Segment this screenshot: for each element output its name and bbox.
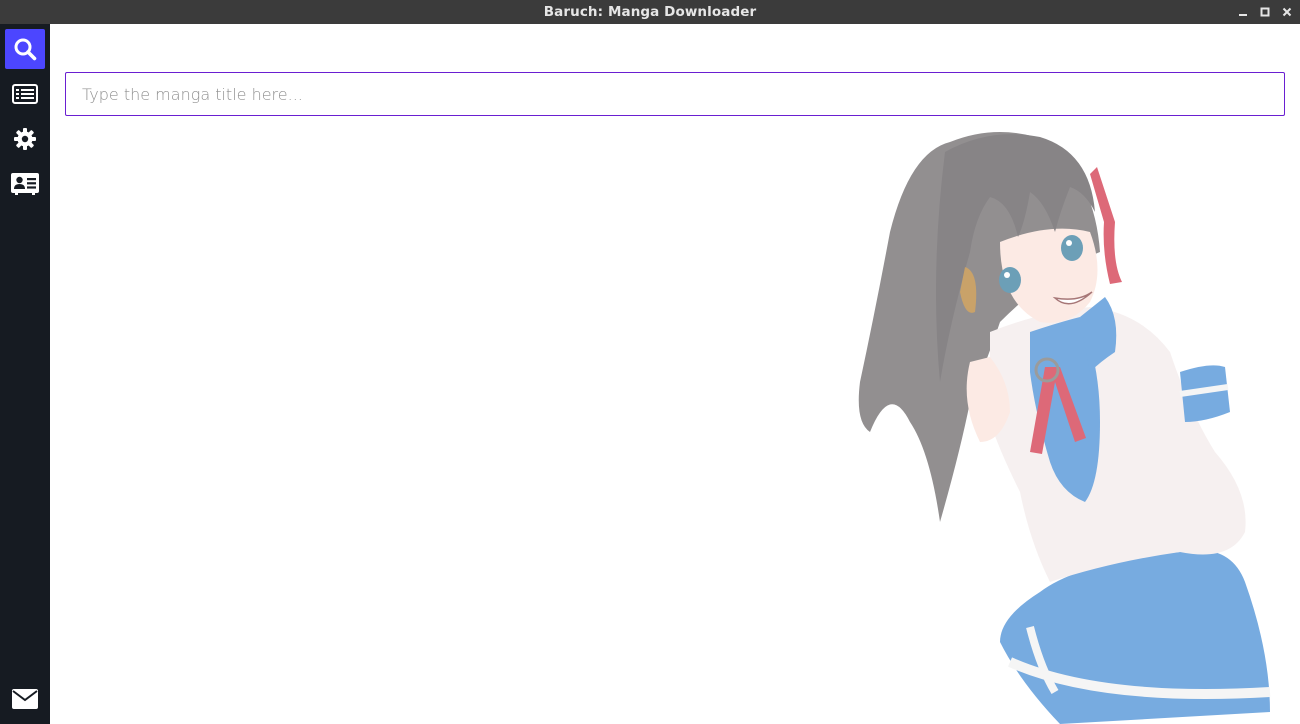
maximize-icon bbox=[1260, 7, 1270, 17]
search-icon bbox=[14, 38, 37, 61]
list-icon bbox=[12, 84, 38, 104]
title-bar: Baruch: Manga Downloader bbox=[0, 0, 1300, 24]
main-content bbox=[50, 24, 1300, 724]
sidebar bbox=[0, 24, 50, 724]
sidebar-item-about[interactable] bbox=[5, 164, 45, 204]
window-title: Baruch: Manga Downloader bbox=[543, 4, 757, 20]
envelope-icon bbox=[12, 689, 38, 709]
anime-girl-illustration bbox=[858, 132, 1271, 724]
search-input[interactable] bbox=[65, 72, 1285, 116]
maximize-button[interactable] bbox=[1254, 0, 1276, 24]
search-bar bbox=[65, 72, 1285, 116]
sidebar-item-list[interactable] bbox=[5, 74, 45, 114]
contact-button[interactable] bbox=[5, 679, 45, 719]
sidebar-item-settings[interactable] bbox=[5, 119, 45, 159]
gear-icon bbox=[14, 128, 36, 150]
close-icon bbox=[1282, 7, 1292, 17]
sidebar-item-search[interactable] bbox=[5, 29, 45, 69]
close-button[interactable] bbox=[1276, 0, 1298, 24]
minimize-button[interactable] bbox=[1232, 0, 1254, 24]
id-card-icon bbox=[11, 173, 39, 195]
minimize-icon bbox=[1239, 14, 1247, 16]
